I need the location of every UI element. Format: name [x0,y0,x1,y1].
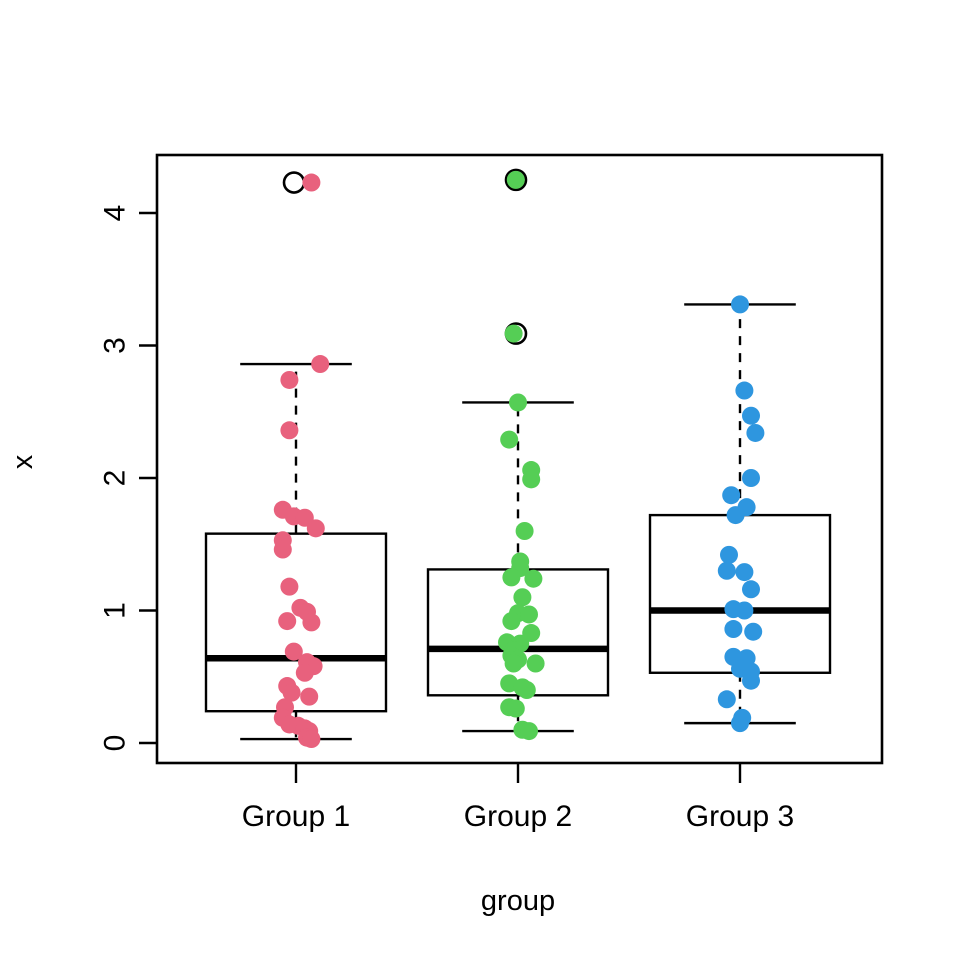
data-point [735,381,754,400]
data-point [717,690,736,709]
data-point [746,423,765,442]
data-point [502,612,521,631]
data-point [742,406,760,425]
y-axis: 0 1 2 3 4 [99,205,157,752]
data-point [735,601,754,620]
data-point [513,588,532,607]
data-point [742,580,760,599]
data-point [520,722,538,741]
outlier-marker [282,171,306,194]
data-point [735,563,754,582]
data-point [295,663,314,682]
data-point [522,470,541,489]
data-point [515,522,534,540]
data-point [280,577,299,596]
x-axis-category-label: Group 3 [686,800,794,833]
x-axis-category-labels: Group 1 Group 2 Group 3 [242,800,794,833]
x-axis-category-label: Group 1 [242,800,350,833]
x-axis [294,763,742,783]
data-point [731,714,749,733]
box-iqr-rect [426,568,610,697]
data-point [273,540,292,559]
data-point [280,370,299,389]
data-point [717,561,736,580]
data-point [509,393,527,412]
data-point [726,506,745,525]
y-axis-title: x [7,454,39,469]
data-point [724,620,743,639]
y-axis-tick-label: 0 [99,735,132,752]
data-point [504,324,523,343]
data-point [500,430,519,449]
boxplot-figure: 0 1 2 3 4 Group 1 Group 2 Group 3 group x [0,0,960,960]
data-point [722,486,741,505]
data-point [526,654,545,673]
data-point [280,421,299,440]
x-axis-category-label: Group 2 [464,800,572,833]
data-point [278,612,297,631]
data-point [502,568,521,587]
x-axis-title: group [481,885,555,917]
y-axis-tick-label: 3 [99,337,132,354]
box-iqr-rect [648,513,832,674]
data-point [302,173,321,192]
data-point [311,355,330,374]
y-axis-tick-label: 4 [99,205,132,222]
data-point [300,687,319,706]
data-point [302,730,321,749]
data-point [720,545,738,564]
data-point [506,170,525,189]
data-point [306,519,325,538]
plot-canvas: 0 1 2 3 4 Group 1 Group 2 Group 3 group x [7,153,884,917]
data-point [520,605,538,624]
data-point [504,654,523,673]
y-axis-tick-label: 1 [99,602,132,619]
data-point [742,671,760,690]
data-point [506,699,525,718]
data-point [517,681,536,699]
data-point [302,613,321,632]
data-point [742,469,760,487]
data-point [744,622,763,641]
y-axis-tick-label: 2 [99,470,132,487]
data-point [731,295,749,314]
data-point [524,569,543,588]
